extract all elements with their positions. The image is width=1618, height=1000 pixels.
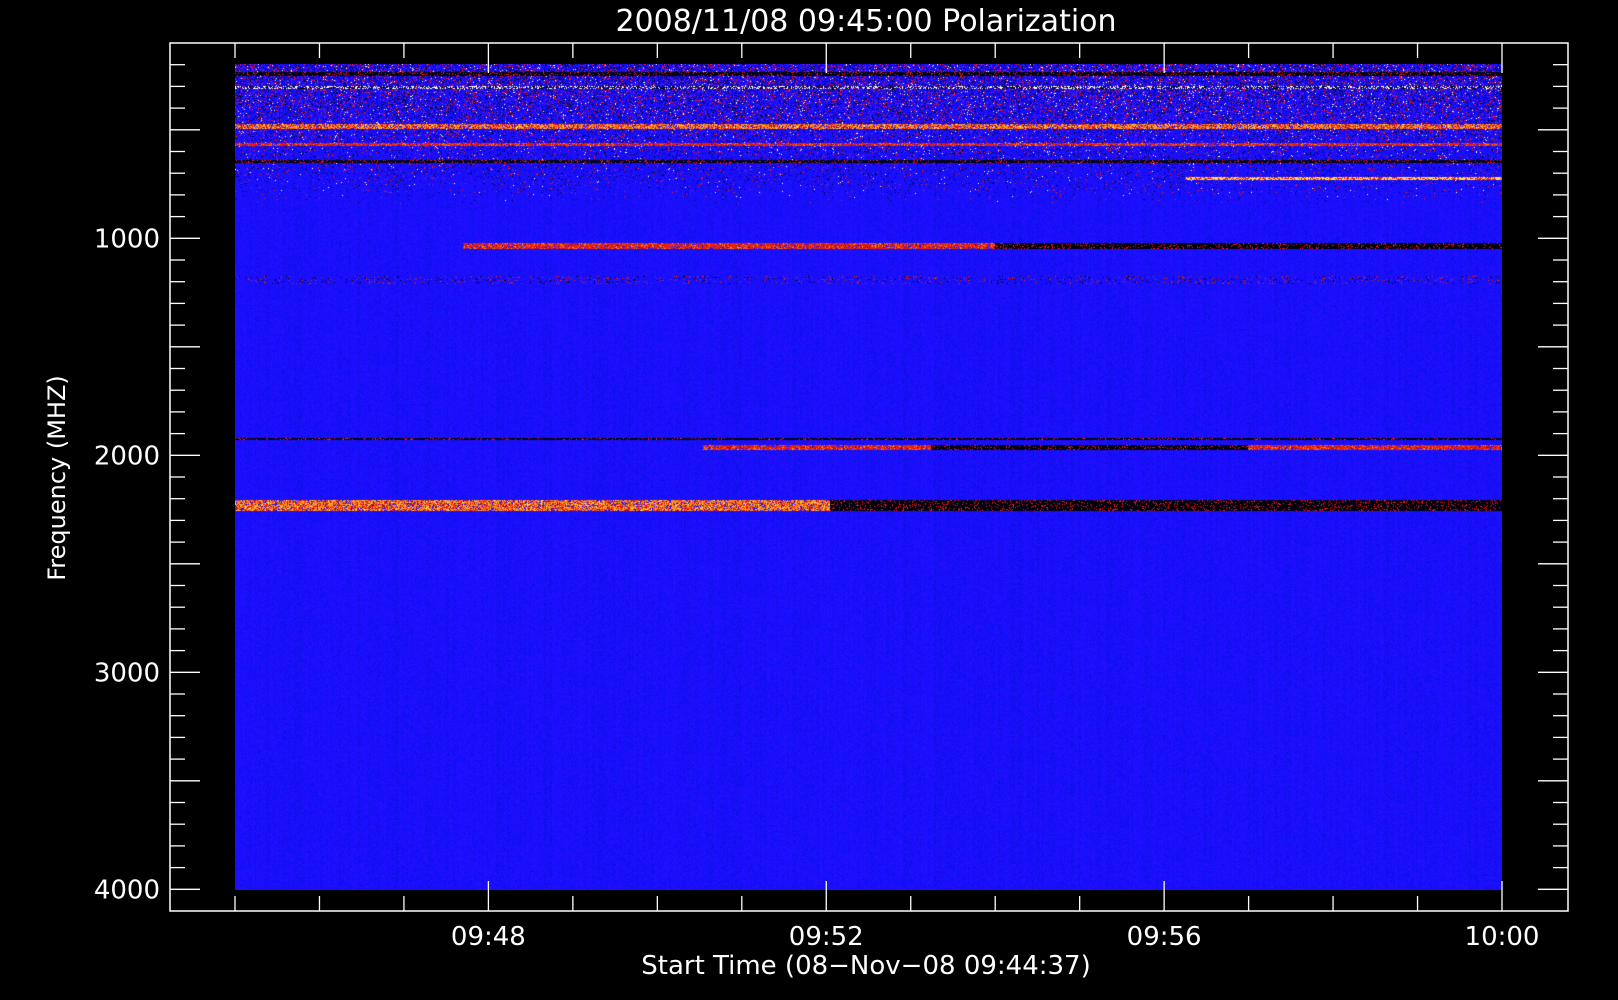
y-tick-label: 1000 xyxy=(94,224,160,254)
x-tick-label: 09:48 xyxy=(451,922,526,952)
x-tick-label: 09:56 xyxy=(1127,922,1202,952)
y-tick-label: 4000 xyxy=(94,875,160,905)
x-axis-label: Start Time (08−Nov−08 09:44:37) xyxy=(641,951,1090,981)
chart-title: 2008/11/08 09:45:00 Polarization xyxy=(615,4,1116,39)
x-tick-label: 09:52 xyxy=(789,922,864,952)
y-axis-label: Frequency (MHZ) xyxy=(43,375,71,581)
y-tick-label: 2000 xyxy=(94,441,160,471)
y-tick-label: 3000 xyxy=(94,658,160,688)
x-tick-label: 10:00 xyxy=(1465,922,1540,952)
heatmap-image xyxy=(235,64,1502,890)
polarization-spectrogram: 2008/11/08 09:45:00 Polarization 1000 200… xyxy=(0,0,1618,1000)
heatmap-raster xyxy=(235,64,1502,890)
